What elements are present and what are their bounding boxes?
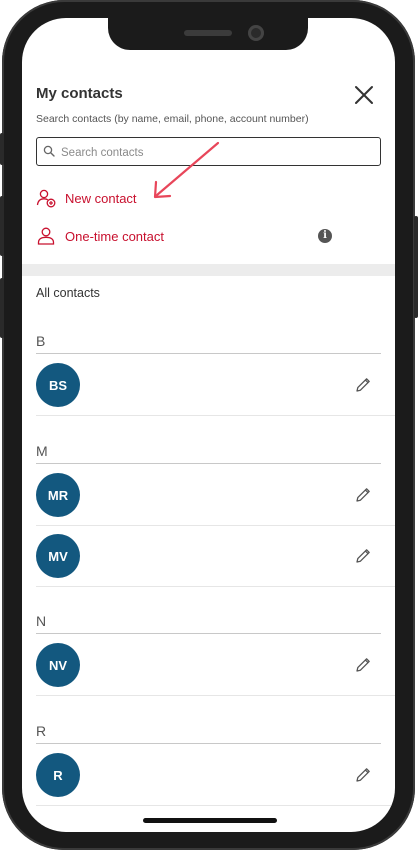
pencil-icon[interactable]: [354, 766, 372, 784]
section-divider: [22, 264, 395, 276]
front-camera: [248, 25, 264, 41]
pencil-icon[interactable]: [354, 656, 372, 674]
one-time-contact-label: One-time contact: [65, 228, 164, 244]
add-person-icon: [36, 189, 56, 208]
volume-down-button: [0, 278, 4, 338]
pencil-icon[interactable]: [354, 547, 372, 565]
group-letter: N: [36, 613, 47, 629]
group-letter: R: [36, 723, 47, 739]
pencil-icon[interactable]: [354, 486, 372, 504]
row-divider: [36, 586, 395, 587]
row-divider: [36, 415, 395, 416]
power-button: [414, 216, 418, 318]
search-helper-text: Search contacts (by name, email, phone, …: [36, 113, 309, 125]
contact-avatar[interactable]: NV: [36, 643, 80, 687]
new-contact-button[interactable]: New contact: [36, 187, 137, 209]
page-title: My contacts: [36, 85, 123, 102]
close-button[interactable]: [351, 82, 377, 108]
contact-avatar[interactable]: MV: [36, 534, 80, 578]
group-divider: [36, 463, 381, 464]
volume-up-button: [0, 196, 4, 256]
info-icon[interactable]: i: [318, 229, 332, 243]
close-icon: [355, 86, 373, 104]
row-divider: [36, 695, 395, 696]
home-indicator[interactable]: [143, 818, 277, 823]
group-divider: [36, 633, 381, 634]
one-time-contact-button[interactable]: One-time contact: [36, 225, 164, 247]
notch: [108, 18, 308, 50]
group-letter: B: [36, 333, 46, 349]
group-divider: [36, 743, 381, 744]
pencil-icon[interactable]: [354, 376, 372, 394]
row-divider: [36, 525, 395, 526]
new-contact-label: New contact: [65, 190, 137, 206]
group-divider: [36, 353, 381, 354]
contact-avatar[interactable]: R: [36, 753, 80, 797]
row-divider: [36, 805, 395, 806]
mute-switch: [0, 133, 4, 165]
all-contacts-heading: All contacts: [36, 286, 100, 300]
group-letter: M: [36, 443, 48, 459]
speaker: [184, 30, 232, 36]
contact-avatar[interactable]: BS: [36, 363, 80, 407]
search-icon: [43, 145, 55, 157]
person-icon: [37, 227, 55, 245]
contact-avatar[interactable]: MR: [36, 473, 80, 517]
screen: My contacts Search contacts (by name, em…: [22, 18, 395, 832]
annotation-arrow: [153, 141, 220, 199]
